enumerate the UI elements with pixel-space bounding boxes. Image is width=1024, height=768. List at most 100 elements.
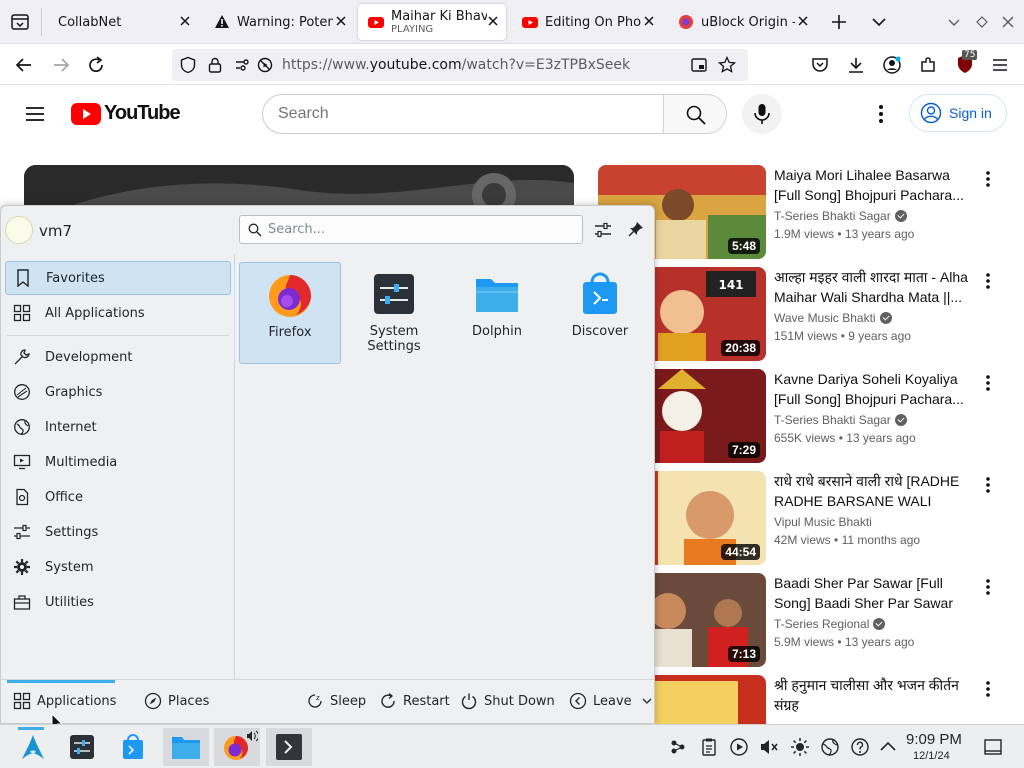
downloads-icon[interactable] [846,55,866,75]
forward-arrow-icon[interactable] [51,55,71,75]
bookmark-star-icon[interactable] [718,56,736,74]
youtube-logo[interactable]: YouTube [71,102,181,125]
app-system-settings[interactable]: System Settings [343,262,445,364]
autoplay-blocked-icon[interactable] [256,56,274,74]
recommendation-item[interactable]: 141 20:38 आल्हा मइहर वाली शारदा माता - A… [598,267,1024,363]
tab-maihar-playing[interactable]: Maihar Ki Bhav PLAYING [358,4,506,40]
ublock-shield-icon[interactable]: 75 [953,50,978,76]
shutdown-button[interactable]: Shut Down [460,692,555,710]
brightness-icon[interactable] [790,737,810,757]
category-internet[interactable]: Internet [5,410,231,444]
url-bar[interactable]: https://www.youtube.com/watch?v=E3zTPBxS… [172,49,748,81]
channel-name[interactable]: Wave Music Bhakti [774,311,892,325]
new-tab-icon[interactable] [830,13,848,31]
recommendation-item[interactable]: श्री हनुमान चालीसा और भजन कीर्तन संग्रह [598,675,1024,724]
taskbar-konsole[interactable] [266,728,312,766]
recommendation-item[interactable]: 44:54 राधे राधे बरसाने वाली राधे [RADHE … [598,471,1024,567]
tab-applications[interactable]: Applications [13,692,116,710]
lock-icon[interactable] [206,56,224,74]
close-icon[interactable] [486,14,500,28]
youtube-search-input[interactable]: Search [262,94,664,134]
clock-time[interactable]: 9:09 PM [906,731,962,748]
launcher-search-input[interactable]: Search... [239,215,583,244]
leave-button[interactable]: Leave [569,692,652,710]
back-arrow-icon[interactable] [14,55,34,75]
restart-button[interactable]: Restart [379,692,450,710]
category-settings[interactable]: Settings [5,515,231,549]
youtube-search-button[interactable] [663,94,727,134]
sign-in-button[interactable]: Sign in [909,94,1007,132]
channel-name[interactable]: T-Series Bhakti Sagar [774,413,907,427]
chevron-down-icon[interactable] [946,14,962,30]
tab-editing[interactable]: Editing On Pho [512,4,662,40]
category-graphics[interactable]: Graphics [5,375,231,409]
help-icon[interactable] [850,737,870,757]
account-icon[interactable] [882,55,902,75]
restore-window-icon[interactable] [974,14,990,30]
pin-icon[interactable] [627,220,645,238]
pocket-icon[interactable] [810,55,830,75]
hamburger-menu-icon[interactable] [24,103,46,125]
recommendation-item[interactable]: 7:29 Kavne Dariya Soheli Koyaliya [Full … [598,369,1024,465]
clock-date[interactable]: 12/1/24 [913,750,950,762]
video-title[interactable]: राधे राधे बरसाने वाली राधे [RADHE RADHE … [774,471,974,511]
close-icon[interactable] [642,14,656,28]
category-favorites[interactable]: Favorites [5,261,231,295]
category-system[interactable]: System [5,550,231,584]
app-firefox[interactable]: Firefox [239,262,341,364]
network-icon[interactable] [820,737,840,757]
close-icon[interactable] [796,14,810,28]
category-office[interactable]: Office [5,480,231,514]
show-desktop-icon[interactable] [983,737,1003,757]
picture-in-picture-icon[interactable] [690,56,708,74]
arch-launcher-button[interactable] [10,728,56,766]
more-options-icon[interactable] [872,103,890,125]
video-title[interactable]: श्री हनुमान चालीसा और भजन कीर्तन संग्रह [774,675,974,715]
clipboard-icon[interactable] [699,737,719,757]
tab-ublock[interactable]: uBlock Origin - [668,4,816,40]
category-development[interactable]: Development [5,340,231,374]
close-window-icon[interactable] [1000,14,1016,30]
taskbar-dolphin[interactable] [163,728,209,766]
taskbar-discover[interactable] [110,728,156,766]
configure-sliders-icon[interactable] [593,220,613,240]
category-all-applications[interactable]: All Applications [5,296,231,330]
more-options-icon[interactable] [980,577,996,597]
extensions-icon[interactable] [918,55,938,75]
category-utilities[interactable]: Utilities [5,585,231,619]
more-options-icon[interactable] [980,475,996,495]
app-dolphin[interactable]: Dolphin [446,262,548,364]
taskbar-system-settings[interactable] [59,728,105,766]
tab-warning[interactable]: Warning: Poten [204,4,354,40]
channel-name[interactable]: T-Series Regional [774,617,886,631]
tab-collabnet[interactable]: CollabNet [48,4,198,40]
menu-icon[interactable] [990,55,1010,75]
close-icon[interactable] [334,14,348,28]
shield-icon[interactable] [179,56,197,74]
tab-places[interactable]: Places [144,692,209,710]
more-options-icon[interactable] [980,373,996,393]
list-all-tabs-icon[interactable] [870,13,888,31]
kde-connect-icon[interactable] [668,737,688,757]
video-title[interactable]: आल्हा मइहर वाली शारदा माता - Alha Maihar… [774,267,974,307]
avatar[interactable] [5,216,33,244]
sleep-button[interactable]: z Sleep [306,692,366,710]
video-title[interactable]: Maiya Mori Lihalee Basarwa [Full Song] B… [774,165,974,205]
voice-search-button[interactable] [742,94,782,134]
app-discover[interactable]: Discover [549,262,651,364]
tab-overview-icon[interactable] [10,12,30,32]
volume-muted-icon[interactable] [759,737,779,757]
close-icon[interactable] [178,14,192,28]
more-options-icon[interactable] [980,271,996,291]
chevron-up-icon[interactable] [878,737,898,757]
media-player-icon[interactable] [729,737,749,757]
recommendation-item[interactable]: 7:13 Baadi Sher Par Sawar [Full Song] Ba… [598,573,1024,669]
channel-name[interactable]: T-Series Bhakti Sagar [774,209,907,223]
category-multimedia[interactable]: Multimedia [5,445,231,479]
taskbar-firefox[interactable] [214,728,260,766]
more-options-icon[interactable] [980,679,996,699]
reload-icon[interactable] [86,55,106,75]
permissions-icon[interactable] [234,56,252,74]
recommendation-item[interactable]: 5:48 Maiya Mori Lihalee Basarwa [Full So… [598,165,1024,261]
video-title[interactable]: Baadi Sher Par Sawar [Full Song] Baadi S… [774,573,974,613]
